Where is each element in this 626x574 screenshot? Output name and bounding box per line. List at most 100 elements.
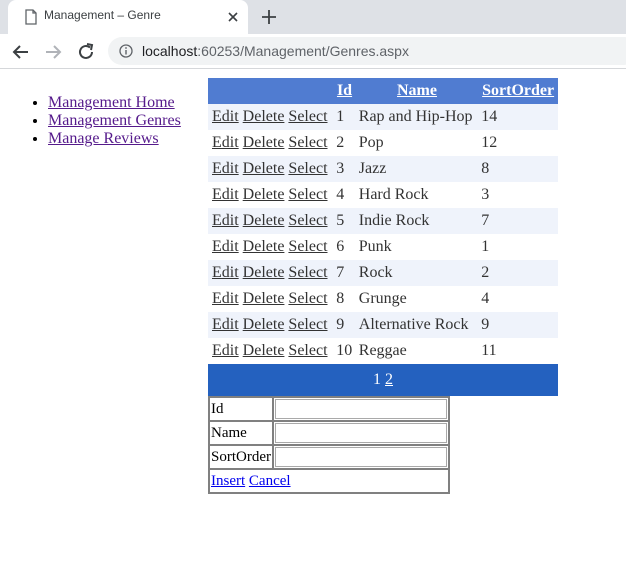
sortorder-label: SortOrder [209, 445, 273, 469]
info-icon[interactable] [119, 44, 133, 58]
row-actions: Edit Delete Select [208, 260, 334, 286]
select-link[interactable]: Select [288, 342, 327, 359]
delete-link[interactable]: Delete [243, 316, 285, 333]
back-arrow-icon[interactable] [10, 41, 32, 63]
cell-id: 4 [333, 182, 356, 208]
row-actions: Edit Delete Select [208, 104, 334, 130]
cancel-link[interactable]: Cancel [249, 473, 291, 489]
select-link[interactable]: Select [288, 160, 327, 177]
select-link[interactable]: Select [288, 108, 327, 125]
row-actions: Edit Delete Select [208, 312, 334, 338]
id-input[interactable] [275, 399, 447, 419]
delete-link[interactable]: Delete [243, 160, 285, 177]
edit-link[interactable]: Edit [212, 290, 239, 307]
table-row: Edit Delete Select 7 Rock 2 [208, 260, 558, 286]
form-row-name: Name [209, 421, 449, 445]
insert-genre-form: Id Name SortOrder Insert Cancel [208, 396, 450, 494]
edit-link[interactable]: Edit [212, 212, 239, 229]
cell-sortorder: 1 [478, 234, 558, 260]
select-link[interactable]: Select [288, 134, 327, 151]
edit-link[interactable]: Edit [212, 264, 239, 281]
sort-by-id-link[interactable]: Id [337, 82, 352, 99]
browser-toolbar: localhost:60253/Management/Genres.aspx [0, 34, 626, 69]
cell-name: Jazz [355, 156, 479, 182]
pager-cell: 1 2 [208, 364, 558, 396]
select-link[interactable]: Select [288, 186, 327, 203]
nav-link-manage-reviews[interactable]: Manage Reviews [48, 130, 159, 147]
delete-link[interactable]: Delete [243, 212, 285, 229]
nav-link-management-home[interactable]: Management Home [48, 94, 175, 111]
edit-link[interactable]: Edit [212, 342, 239, 359]
table-row: Edit Delete Select 1 Rap and Hip-Hop 14 [208, 104, 558, 130]
cell-name: Pop [355, 130, 479, 156]
insert-link[interactable]: Insert [211, 473, 245, 489]
row-actions: Edit Delete Select [208, 234, 334, 260]
forward-arrow-icon[interactable] [42, 41, 64, 63]
form-row-id: Id [209, 397, 449, 421]
select-link[interactable]: Select [288, 316, 327, 333]
cell-id: 5 [333, 208, 356, 234]
delete-link[interactable]: Delete [243, 108, 285, 125]
row-actions: Edit Delete Select [208, 338, 334, 364]
cell-name: Grunge [355, 286, 479, 312]
edit-link[interactable]: Edit [212, 186, 239, 203]
select-link[interactable]: Select [288, 264, 327, 281]
cell-id: 6 [333, 234, 356, 260]
management-nav: Management Home Management Genres Manage… [8, 94, 181, 148]
sortorder-header: SortOrder [478, 78, 558, 104]
browser-tab[interactable]: Management – Genre [8, 0, 248, 34]
name-header: Name [355, 78, 479, 104]
delete-link[interactable]: Delete [243, 290, 285, 307]
cell-name: Indie Rock [355, 208, 479, 234]
sortorder-input[interactable] [275, 447, 447, 467]
cell-id: 7 [333, 260, 356, 286]
delete-link[interactable]: Delete [243, 134, 285, 151]
genres-grid: Id Name SortOrder Edit Delete Select 1 Rap… [208, 78, 558, 396]
cell-id: 10 [333, 338, 356, 364]
cell-name: Hard Rock [355, 182, 479, 208]
id-header: Id [333, 78, 356, 104]
cell-sortorder: 11 [478, 338, 558, 364]
ops-header [208, 78, 334, 104]
new-tab-icon[interactable] [258, 6, 280, 28]
row-actions: Edit Delete Select [208, 156, 334, 182]
select-link[interactable]: Select [288, 290, 327, 307]
cell-name: Reggae [355, 338, 479, 364]
nav-link-management-genres[interactable]: Management Genres [48, 112, 181, 129]
name-input[interactable] [275, 423, 447, 443]
table-row: Edit Delete Select 6 Punk 1 [208, 234, 558, 260]
nav-item: Management Home [48, 94, 181, 112]
pager-next-page-link[interactable]: 2 [385, 371, 393, 388]
select-link[interactable]: Select [288, 238, 327, 255]
reload-icon[interactable] [75, 41, 97, 63]
sort-by-name-link[interactable]: Name [397, 82, 437, 99]
form-row-actions: Insert Cancel [209, 469, 449, 493]
sort-by-sortorder-link[interactable]: SortOrder [482, 82, 554, 99]
cell-sortorder: 7 [478, 208, 558, 234]
edit-link[interactable]: Edit [212, 134, 239, 151]
tab-strip: Management – Genre [0, 0, 626, 34]
edit-link[interactable]: Edit [212, 108, 239, 125]
select-link[interactable]: Select [288, 212, 327, 229]
close-tab-icon[interactable] [224, 8, 242, 26]
edit-link[interactable]: Edit [212, 316, 239, 333]
cell-name: Rock [355, 260, 479, 286]
url-path: :60253/Management/Genres.aspx [197, 43, 409, 59]
table-row: Edit Delete Select 4 Hard Rock 3 [208, 182, 558, 208]
delete-link[interactable]: Delete [243, 342, 285, 359]
cell-sortorder: 2 [478, 260, 558, 286]
address-bar[interactable]: localhost:60253/Management/Genres.aspx [108, 37, 626, 65]
edit-link[interactable]: Edit [212, 160, 239, 177]
delete-link[interactable]: Delete [243, 186, 285, 203]
table-row: Edit Delete Select 3 Jazz 8 [208, 156, 558, 182]
edit-link[interactable]: Edit [212, 238, 239, 255]
cell-sortorder: 12 [478, 130, 558, 156]
row-actions: Edit Delete Select [208, 182, 334, 208]
table-row: Edit Delete Select 8 Grunge 4 [208, 286, 558, 312]
grid-pager: 1 2 [208, 364, 558, 396]
url-host: localhost [142, 43, 198, 59]
delete-link[interactable]: Delete [243, 264, 285, 281]
cell-id: 8 [333, 286, 356, 312]
delete-link[interactable]: Delete [243, 238, 285, 255]
cell-sortorder: 14 [478, 104, 558, 130]
